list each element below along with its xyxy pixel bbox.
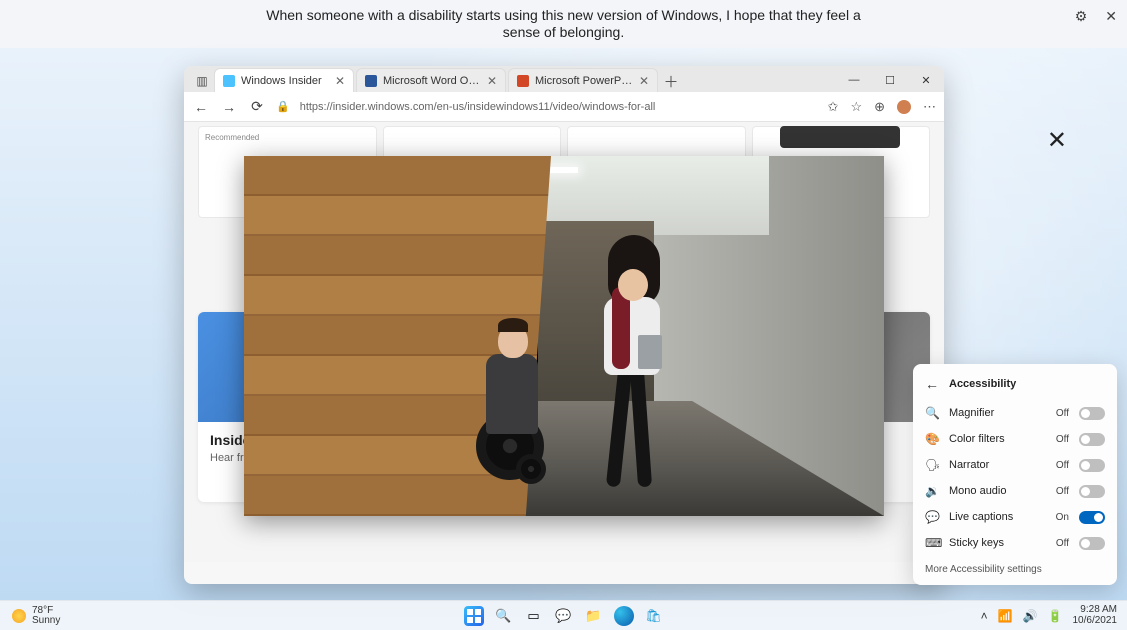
gear-icon[interactable]: ⚙ [1075,8,1088,25]
tab-close-icon[interactable]: ✕ [335,74,345,88]
collections-icon[interactable]: ⊕ [874,99,885,115]
tab-strip: ▥ Windows Insider ✕ Microsoft Word Onlin… [184,66,944,92]
a11y-state: On [1056,512,1069,523]
volume-icon[interactable]: 🔊 [1023,609,1038,623]
favorites-icon[interactable]: ☆ [850,99,862,115]
url-text[interactable]: https://insider.windows.com/en-us/inside… [300,101,818,113]
tab-close-icon[interactable]: ✕ [639,74,649,88]
window-maximize-icon[interactable]: ☐ [872,68,908,92]
tab-windows-insider[interactable]: Windows Insider ✕ [214,68,354,92]
close-icon[interactable]: ✕ [1105,8,1117,25]
magnifier-icon: 🔍 [925,406,939,420]
video-frame [244,156,884,516]
window-minimize-icon[interactable]: — [836,68,872,92]
live-captions-icon: 💬 [925,510,939,524]
a11y-row-narrator[interactable]: 🗣 Narrator Off [913,452,1117,478]
explorer-icon[interactable]: 📁 [584,606,604,626]
toggle-narrator[interactable] [1079,459,1105,472]
a11y-row-color-filters[interactable]: 🎨 Color filters Off [913,426,1117,452]
search-icon[interactable]: 🔍 [494,606,514,626]
start-button[interactable] [464,606,484,626]
a11y-state: Off [1056,408,1069,419]
accessibility-flyout: ← Accessibility 🔍 Magnifier Off 🎨 Color filt… [913,364,1117,585]
clock-time: 9:28 AM [1073,605,1118,616]
caption-text: When someone with a disability starts us… [264,7,864,42]
a11y-state: Off [1056,538,1069,549]
caption-bar: When someone with a disability starts us… [0,0,1127,48]
toggle-magnifier[interactable] [1079,407,1105,420]
a11y-row-live-captions[interactable]: 💬 Live captions On [913,504,1117,530]
toggle-live-captions[interactable] [1079,511,1105,524]
a11y-label: Narrator [949,459,1046,471]
video-player[interactable] [244,156,884,516]
a11y-label: Magnifier [949,407,1046,419]
back-icon[interactable]: ← [925,376,939,392]
new-tab-button[interactable]: ＋ [660,71,682,92]
read-aloud-icon[interactable]: ✩ [828,99,839,115]
lock-icon: 🔒 [276,100,290,113]
clock-date: 10/6/2021 [1073,616,1118,627]
wifi-icon[interactable]: 📶 [998,609,1013,623]
a11y-label: Live captions [949,511,1046,523]
color-filters-icon: 🎨 [925,432,939,446]
toggle-color-filters[interactable] [1079,433,1105,446]
profile-avatar[interactable] [897,100,911,114]
a11y-label: Color filters [949,433,1046,445]
toggle-sticky-keys[interactable] [1079,537,1105,550]
weather-widget[interactable]: 78°F Sunny [0,606,60,626]
tab-actions-icon[interactable]: ▥ [190,70,214,92]
tab-close-icon[interactable]: ✕ [487,74,497,88]
favicon-icon [517,75,529,87]
modal-close-icon[interactable]: ✕ [1047,126,1067,155]
battery-icon[interactable]: 🔋 [1048,609,1063,623]
a11y-state: Off [1056,486,1069,497]
a11y-state: Off [1056,434,1069,445]
tray-chevron-icon[interactable]: ˄ [981,609,988,623]
person-wheelchair [462,290,572,480]
nav-refresh-icon[interactable]: ⟳ [248,98,266,115]
chat-icon[interactable]: 💬 [554,606,574,626]
nav-forward-icon[interactable]: → [220,99,238,115]
edge-icon[interactable] [614,606,634,626]
mono-audio-icon: 🔉 [925,484,939,498]
weather-sun-icon [12,609,26,623]
store-icon[interactable]: 🛍 [644,606,664,626]
cta-button[interactable] [780,126,900,148]
a11y-row-magnifier[interactable]: 🔍 Magnifier Off [913,400,1117,426]
tab-label: Microsoft PowerPoint Online [535,75,633,87]
a11y-state: Off [1056,460,1069,471]
narrator-icon: 🗣 [925,458,939,472]
weather-temp: 78°F [32,606,60,616]
weather-cond: Sunny [32,616,60,626]
person-walking [590,227,680,487]
tab-label: Microsoft Word Online [383,75,481,87]
more-icon[interactable]: ⋯ [923,99,936,115]
a11y-row-mono-audio[interactable]: 🔉 Mono audio Off [913,478,1117,504]
tab-ppt-online[interactable]: Microsoft PowerPoint Online ✕ [508,68,658,92]
more-accessibility-link[interactable]: More Accessibility settings [913,556,1117,579]
taskbar: 78°F Sunny 🔍 ▭ 💬 📁 🛍 ˄ 📶 🔊 🔋 9:28 AM 10/… [0,600,1127,630]
favicon-icon [365,75,377,87]
task-view-icon[interactable]: ▭ [524,606,544,626]
flyout-title: Accessibility [949,378,1016,390]
tab-word-online[interactable]: Microsoft Word Online ✕ [356,68,506,92]
a11y-label: Mono audio [949,485,1046,497]
tab-label: Windows Insider [241,75,329,87]
taskbar-clock[interactable]: 9:28 AM 10/6/2021 [1073,605,1118,626]
address-bar: ← → ⟳ 🔒 https://insider.windows.com/en-u… [184,92,944,122]
sticky-keys-icon: ⌨ [925,536,939,550]
toggle-mono-audio[interactable] [1079,485,1105,498]
a11y-row-sticky-keys[interactable]: ⌨ Sticky keys Off [913,530,1117,556]
nav-back-icon[interactable]: ← [192,99,210,115]
favicon-icon [223,75,235,87]
window-close-icon[interactable]: ✕ [908,68,944,92]
a11y-label: Sticky keys [949,537,1046,549]
